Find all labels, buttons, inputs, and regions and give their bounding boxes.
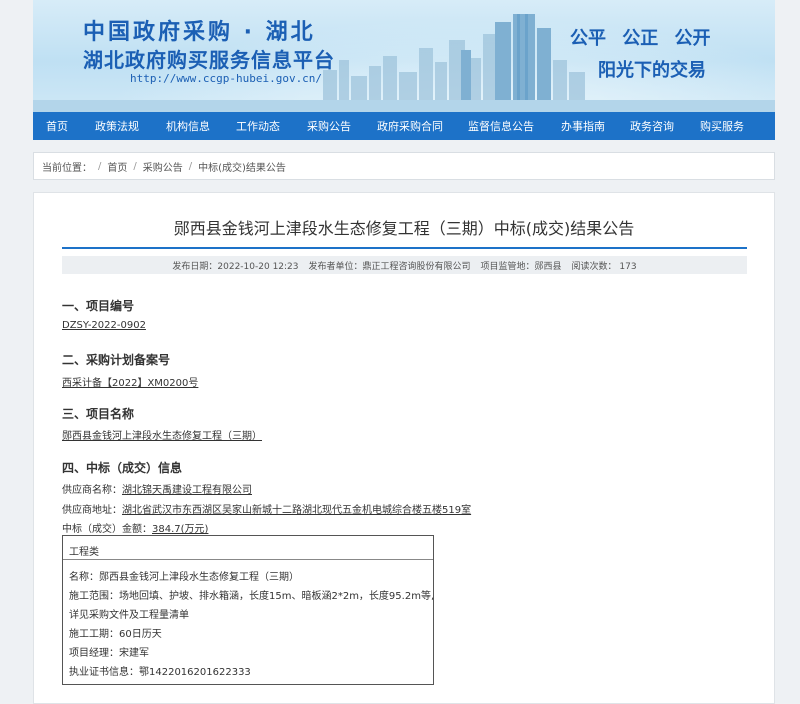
supplier-address-label: 供应商地址： xyxy=(62,505,122,516)
breadcrumb-separator: / xyxy=(98,160,102,172)
plan-number-value: 西采计备【2022】XM0200号 xyxy=(62,378,199,389)
detail-period: 施工工期：60日历天 xyxy=(69,629,162,640)
breadcrumb-home[interactable]: 首页 xyxy=(107,159,127,174)
award-detail-box: 工程类 名称：郧西县金钱河上津段水生态修复工程（三期） 施工范围：场地回填、护坡… xyxy=(62,535,434,685)
section-heading-project-number: 一、项目编号 xyxy=(62,299,135,313)
nav-item-consult[interactable]: 政务咨询 xyxy=(630,118,674,134)
category-header: 工程类 xyxy=(63,536,433,560)
supplier-name-value: 湖北锦天禹建设工程有限公司 xyxy=(122,485,252,496)
section-heading-award-info: 四、中标（成交）信息 xyxy=(62,461,183,475)
article-panel: 郧西县金钱河上津段水生态修复工程（三期）中标(成交)结果公告 发布日期：2022… xyxy=(33,192,775,704)
slogan-line2: 阳光下的交易 xyxy=(598,60,706,81)
award-amount-label: 中标（成交）金额： xyxy=(62,524,152,535)
section-heading-plan-number: 二、采购计划备案号 xyxy=(62,353,171,367)
site-title-line1: 中国政府采购 · 湖北 xyxy=(83,20,316,45)
detail-certificate: 执业证书信息：鄂1422016201622333 xyxy=(69,667,251,678)
breadcrumb-separator: / xyxy=(188,160,193,172)
breadcrumb: 当前位置： / 首页 / 采购公告 / 中标(成交)结果公告 xyxy=(33,152,775,180)
project-name-value: 郧西县金钱河上津段水生态修复工程（三期） xyxy=(62,431,262,442)
publish-date: 发布日期：2022-10-20 12:23 xyxy=(172,261,299,272)
article-meta-bar: 发布日期：2022-10-20 12:23 发布者单位：鼎正工程咨询股份有限公司… xyxy=(62,256,747,274)
view-count: 阅读次数： 173 xyxy=(571,261,637,272)
main-nav: 首页 政策法规 机构信息 工作动态 采购公告 政府采购合同 监督信息公告 办事指… xyxy=(33,112,775,140)
supplier-address-value: 湖北省武汉市东西湖区吴家山新城十二路湖北现代五金机电城综合楼五楼519室 xyxy=(122,505,472,516)
nav-item-policy[interactable]: 政策法规 xyxy=(95,118,139,134)
breadcrumb-label: 当前位置： xyxy=(42,162,92,174)
site-url: http://www.ccgp-hubei.gov.cn/ xyxy=(130,72,323,85)
breadcrumb-current[interactable]: 中标(成交)结果公告 xyxy=(198,159,286,174)
supplier-name-label: 供应商名称： xyxy=(62,485,122,496)
nav-item-supervision[interactable]: 监督信息公告 xyxy=(468,118,534,134)
site-title-line2: 湖北政府购买服务信息平台 xyxy=(83,48,335,72)
nav-item-purchase-service[interactable]: 购买服务 xyxy=(700,118,744,134)
publisher-unit: 发布者单位：鼎正工程咨询股份有限公司 xyxy=(308,261,471,272)
title-divider xyxy=(62,247,747,249)
supervision-region: 项目监管地：郧西县 xyxy=(480,261,562,272)
nav-item-procurement-notice[interactable]: 采购公告 xyxy=(307,118,351,134)
nav-item-news[interactable]: 工作动态 xyxy=(236,118,280,134)
nav-item-home[interactable]: 首页 xyxy=(46,118,68,134)
detail-manager: 项目经理：宋建军 xyxy=(69,648,149,659)
detail-name: 名称：郧西县金钱河上津段水生态修复工程（三期） xyxy=(69,572,299,583)
supplier-name-row: 供应商名称：湖北锦天禹建设工程有限公司 xyxy=(62,481,252,496)
breadcrumb-notice[interactable]: 采购公告 xyxy=(143,159,183,174)
supplier-address-row: 供应商地址：湖北省武汉市东西湖区吴家山新城十二路湖北现代五金机电城综合楼五楼51… xyxy=(62,501,471,516)
detail-scope-line2: 详见采购文件及工程量清单 xyxy=(69,610,189,621)
project-number-value: DZSY-2022-0902 xyxy=(62,320,146,331)
section-heading-project-name: 三、项目名称 xyxy=(62,407,135,421)
nav-item-contracts[interactable]: 政府采购合同 xyxy=(377,118,443,134)
breadcrumb-separator: / xyxy=(133,160,137,172)
award-amount-row: 中标（成交）金额：384.7(万元) xyxy=(62,520,208,535)
nav-item-guide[interactable]: 办事指南 xyxy=(561,118,605,134)
award-amount-value: 384.7(万元) xyxy=(152,524,209,535)
nav-item-org-info[interactable]: 机构信息 xyxy=(166,118,210,134)
detail-scope-line1: 施工范围：场地回填、护坡、排水箱涵，长度15m、暗板涵2*2m，长度95.2m等… xyxy=(69,591,435,602)
header-banner: 中国政府采购 · 湖北 湖北政府购买服务信息平台 http://www.ccgp… xyxy=(33,0,775,112)
article-title: 郧西县金钱河上津段水生态修复工程（三期）中标(成交)结果公告 xyxy=(173,219,635,238)
slogan-line1: 公平 公正 公开 xyxy=(570,28,711,49)
